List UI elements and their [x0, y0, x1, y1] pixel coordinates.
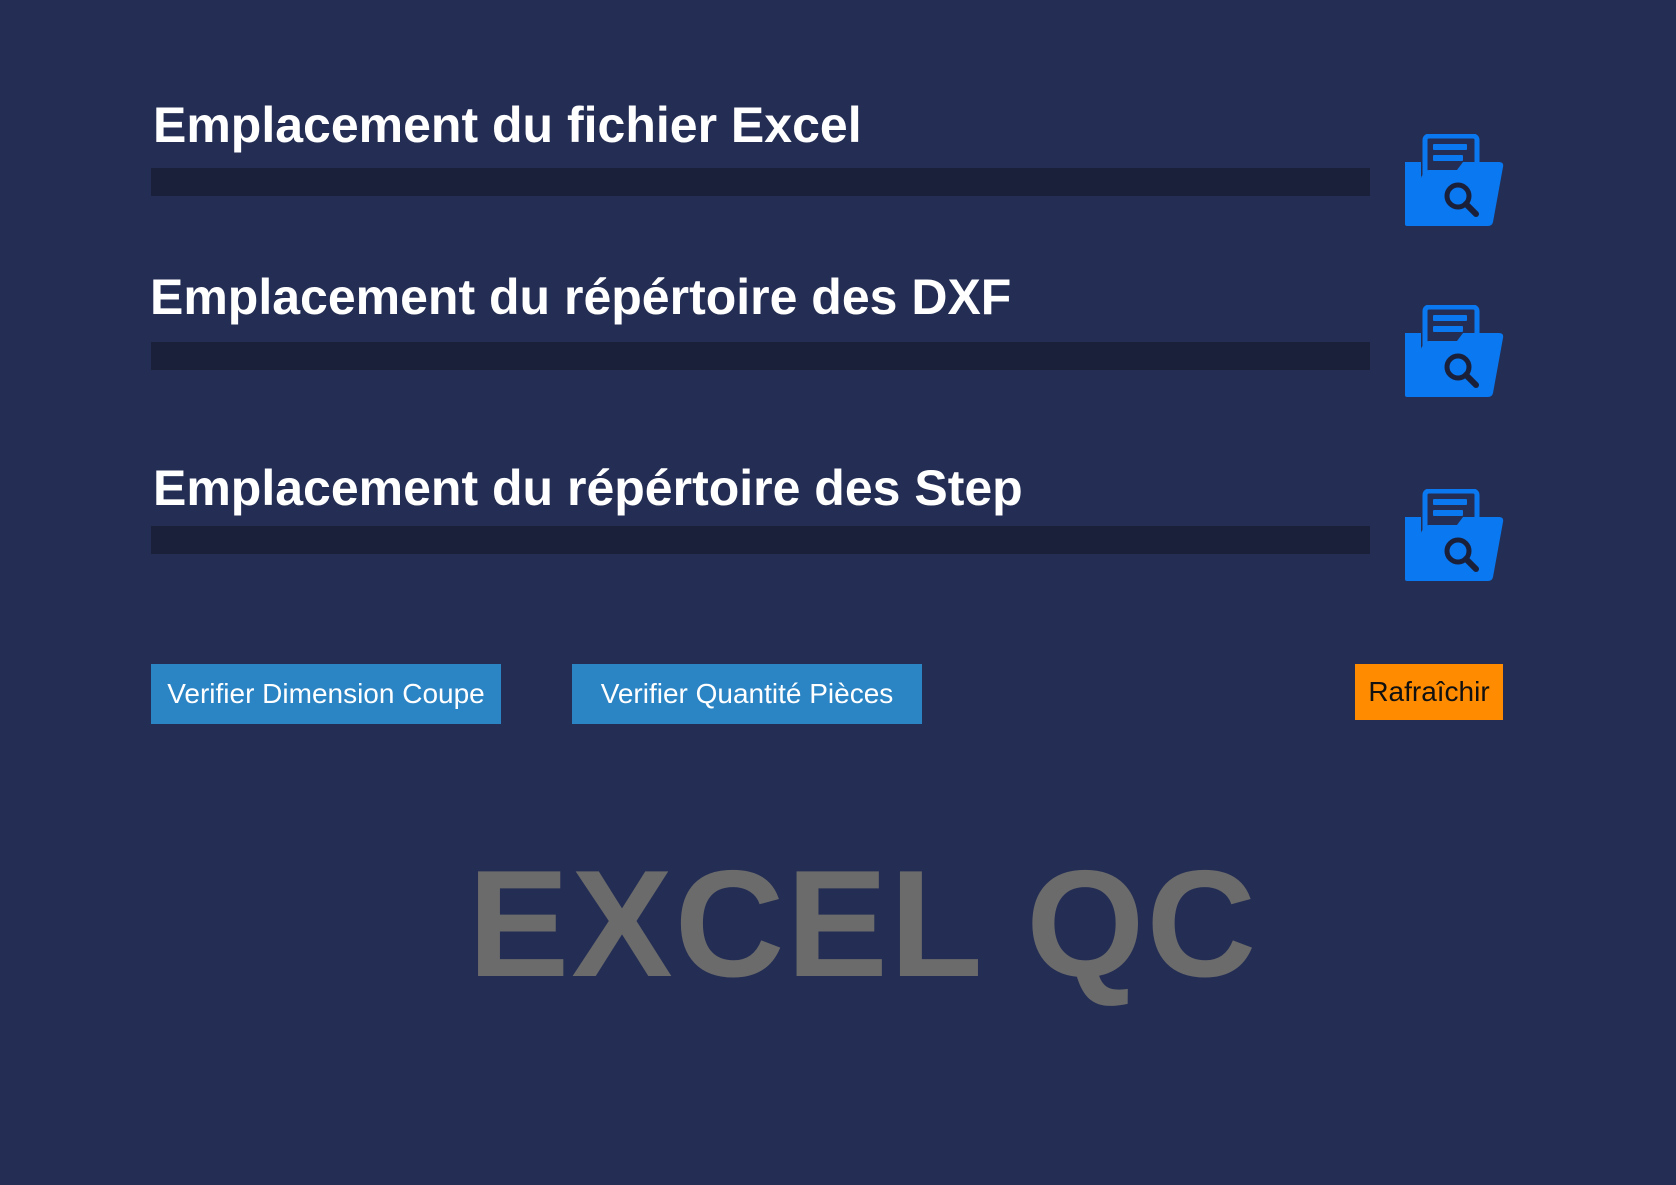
excel-file-path-input[interactable] — [151, 168, 1370, 196]
excel-file-label: Emplacement du fichier Excel — [153, 97, 862, 153]
step-directory-path-input[interactable] — [151, 526, 1370, 554]
dxf-directory-label: Emplacement du répértoire des DXF — [150, 269, 1012, 325]
folder-search-icon — [1405, 489, 1504, 581]
verify-dimension-button[interactable]: Verifier Dimension Coupe — [151, 664, 501, 724]
browse-dxf-directory-button[interactable] — [1403, 305, 1505, 399]
step-directory-label: Emplacement du répértoire des Step — [153, 460, 1023, 516]
browse-step-directory-button[interactable] — [1403, 489, 1505, 583]
folder-search-icon — [1405, 305, 1504, 397]
folder-search-icon — [1405, 134, 1504, 226]
brand-title: EXCEL QC — [467, 839, 1259, 1009]
verify-quantity-button[interactable]: Verifier Quantité Pièces — [572, 664, 922, 724]
browse-excel-file-button[interactable] — [1403, 134, 1505, 228]
refresh-button[interactable]: Rafraîchir — [1355, 664, 1503, 720]
dxf-directory-path-input[interactable] — [151, 342, 1370, 370]
